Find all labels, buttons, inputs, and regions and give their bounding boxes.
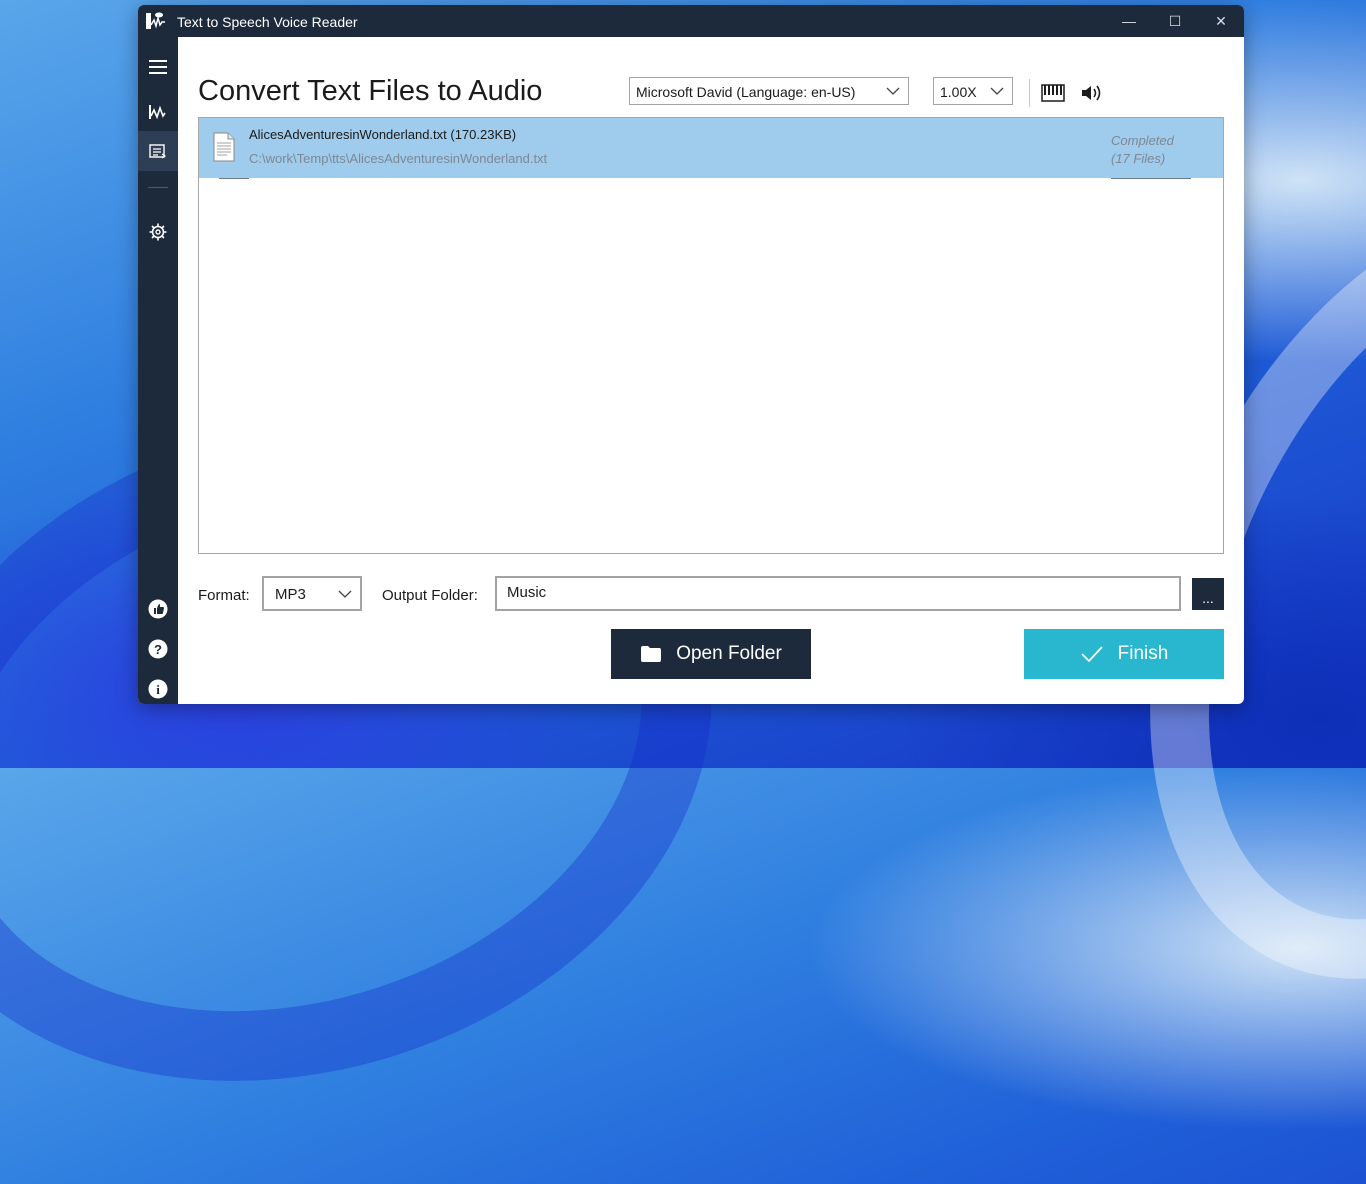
file-path: C:\work\Temp\tts\AlicesAdventuresinWonde… [249, 151, 548, 166]
row-divider [1111, 178, 1191, 179]
gear-icon [149, 223, 167, 241]
row-divider [219, 178, 249, 179]
sidebar-item-settings[interactable] [138, 212, 178, 252]
voice-effects-button[interactable] [1040, 81, 1066, 105]
chevron-down-icon [338, 590, 352, 598]
main-content: Convert Text Files to Audio Microsoft Da… [178, 37, 1244, 704]
output-folder-value: Music [507, 584, 547, 601]
finish-button[interactable]: Finish [1024, 629, 1224, 679]
checkmark-icon [1081, 646, 1103, 663]
output-folder-input[interactable]: Music [495, 576, 1181, 611]
toolbar-separator [1029, 79, 1030, 107]
format-select-value: MP3 [275, 586, 306, 603]
voice-select-value: Microsoft David (Language: en-US) [636, 84, 856, 100]
speech-wave-icon [149, 105, 166, 120]
voice-select[interactable]: Microsoft David (Language: en-US) [629, 77, 909, 105]
like-button[interactable] [138, 589, 178, 629]
folder-icon [641, 646, 662, 662]
minimize-button[interactable]: — [1106, 5, 1152, 37]
open-folder-button[interactable]: Open Folder [611, 629, 811, 679]
close-button[interactable]: ✕ [1198, 5, 1244, 37]
svg-text:?: ? [154, 642, 162, 657]
file-name: AlicesAdventuresinWonderland.txt (170.23… [249, 127, 517, 142]
table-row[interactable]: AlicesAdventuresinWonderland.txt (170.23… [199, 118, 1223, 179]
hamburger-icon [149, 60, 167, 74]
open-folder-label: Open Folder [676, 643, 782, 664]
thumbs-up-icon [148, 599, 168, 619]
sidebar: ? i [138, 37, 178, 704]
output-folder-label: Output Folder: [382, 587, 478, 604]
format-select[interactable]: MP3 [262, 576, 362, 611]
file-status: Completed (17 Files) [1111, 132, 1174, 168]
file-list[interactable]: AlicesAdventuresinWonderland.txt (170.23… [198, 117, 1224, 554]
chevron-down-icon [990, 87, 1004, 95]
window-title: Text to Speech Voice Reader [177, 14, 358, 30]
help-button[interactable]: ? [138, 629, 178, 669]
browse-folder-button[interactable]: ... [1192, 578, 1224, 610]
convert-list-icon [149, 144, 167, 159]
volume-button[interactable] [1078, 81, 1104, 105]
file-status-count: (17 Files) [1111, 151, 1166, 166]
file-status-line: Completed [1111, 133, 1174, 148]
chevron-down-icon [886, 87, 900, 95]
page-title: Convert Text Files to Audio [198, 75, 543, 107]
svg-text:i: i [156, 682, 160, 697]
hamburger-menu-button[interactable] [138, 47, 178, 87]
help-icon: ? [148, 639, 168, 659]
speed-select[interactable]: 1.00X [933, 77, 1013, 105]
info-icon: i [148, 679, 168, 699]
maximize-button[interactable]: ☐ [1152, 5, 1198, 37]
format-label: Format: [198, 587, 250, 604]
speed-select-value: 1.00X [940, 84, 977, 100]
piano-keys-icon [1041, 84, 1065, 102]
sidebar-item-convert-files[interactable] [138, 131, 178, 171]
speaker-icon [1082, 85, 1101, 101]
finish-label: Finish [1117, 643, 1169, 664]
sidebar-item-text-to-speech[interactable] [138, 92, 178, 132]
text-file-icon [213, 132, 235, 162]
app-logo-icon [144, 11, 166, 31]
sidebar-separator [148, 187, 168, 188]
app-window: Text to Speech Voice Reader — ☐ ✕ ? i Co… [138, 5, 1244, 704]
about-button[interactable]: i [138, 669, 178, 704]
title-bar[interactable]: Text to Speech Voice Reader — ☐ ✕ [138, 5, 1244, 37]
